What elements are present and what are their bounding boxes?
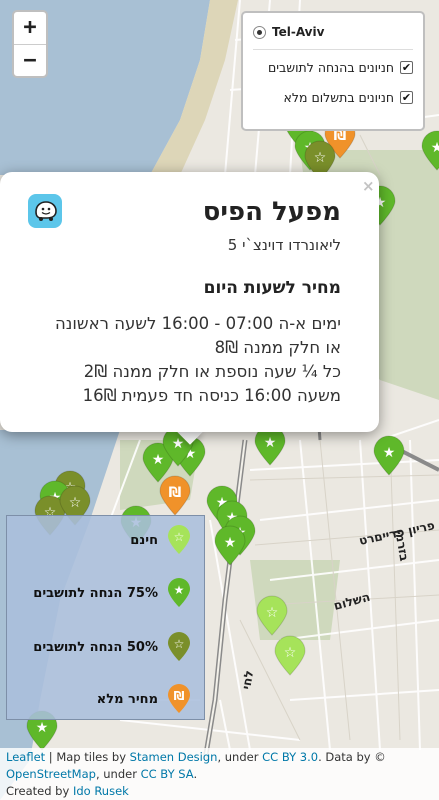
author-link[interactable]: Ido Rusek — [73, 784, 129, 798]
svg-text:★: ★ — [152, 452, 165, 468]
parking-marker[interactable]: ☆ — [256, 595, 288, 636]
leaflet-link[interactable]: Leaflet — [6, 750, 45, 764]
attribution-text: , under — [217, 750, 263, 764]
svg-text:☆: ☆ — [174, 530, 185, 544]
svg-text:★: ★ — [383, 445, 396, 461]
svg-text:₪: ₪ — [174, 689, 185, 703]
svg-text:☆: ☆ — [266, 605, 279, 621]
svg-text:★: ★ — [174, 583, 185, 597]
price-line: כל ¼ שעה נוספת או חלק ממנה 2₪ — [83, 362, 341, 381]
popup-address: ליאונרדו דוינצ`י 5 — [227, 236, 341, 254]
checkbox-checked-icon[interactable]: ✔ — [400, 60, 413, 74]
layers-separator — [253, 49, 413, 50]
svg-text:☆: ☆ — [69, 495, 82, 511]
parking-marker[interactable]: ₪ — [159, 475, 191, 516]
legend-item-50: 50% הנחה לתושבים ☆ — [7, 632, 206, 662]
shekel-icon: ₪ — [168, 684, 190, 713]
overlay-option-discount[interactable]: ✔ חניונים בהנחה לתושבים — [253, 54, 413, 80]
price-line: משעה 16:00 כניסה חד פעמית 16₪ — [82, 386, 341, 405]
legend-label: 75% הנחה לתושבים — [33, 585, 158, 601]
base-layer-option[interactable]: Tel-Aviv — [253, 21, 413, 43]
popup-close-button[interactable]: × — [362, 177, 375, 195]
popup-price-lines: ימים א-ה 07:00 - 16:00 לשעה ראשונה או חל… — [28, 312, 341, 408]
legend-label: מחיר מלא — [96, 691, 158, 707]
attribution-text: . Data by © — [318, 750, 386, 764]
star-half-icon: ★ — [168, 578, 190, 607]
legend-item-free: חינם ☆ — [7, 525, 206, 555]
overlay-label: חניונים בהנחה לתושבים — [267, 59, 394, 75]
legend-item-full: מחיר מלא ₪ — [7, 684, 206, 714]
svg-text:★: ★ — [36, 720, 49, 736]
svg-text:☆: ☆ — [284, 645, 297, 661]
svg-text:☆: ☆ — [314, 150, 327, 166]
popup-hours-heading: מחיר לשעות היום — [203, 278, 341, 298]
osm-link[interactable]: OpenStreetMap — [6, 767, 96, 781]
parking-marker[interactable]: ★ — [421, 130, 439, 171]
stamen-link[interactable]: Stamen Design — [130, 750, 218, 764]
svg-text:★: ★ — [264, 435, 277, 451]
overlay-option-full-price[interactable]: ✔ חניונים בתשלום מלא — [253, 84, 413, 110]
parking-popup: × מפעל הפיס ליאונרדו דוינצ`י 5 מחיר לשעו… — [0, 172, 379, 432]
attribution: Leaflet | Map tiles by Stamen Design, un… — [0, 748, 439, 800]
star-outline-icon: ☆ — [168, 525, 190, 554]
svg-text:★: ★ — [431, 140, 439, 156]
parking-marker[interactable]: ★ — [373, 435, 405, 476]
svg-text:★: ★ — [172, 436, 185, 452]
svg-text:☆: ☆ — [174, 637, 185, 651]
zoom-in-button[interactable]: + — [14, 12, 46, 44]
base-layer-label: Tel-Aviv — [272, 25, 325, 39]
legend: חינם ☆ 75% הנחה לתושבים ★ 50% הנחה לתושב… — [6, 515, 205, 720]
attribution-text: . — [193, 767, 198, 781]
svg-text:₪: ₪ — [169, 485, 182, 501]
cc-by-link[interactable]: CC BY 3.0 — [262, 750, 318, 764]
parking-marker[interactable]: ★ — [214, 525, 246, 566]
credit-text: Created by — [6, 784, 73, 798]
svg-text:★: ★ — [224, 535, 237, 551]
layers-control: Tel-Aviv ✔ חניונים בהנחה לתושבים ✔ חניונ… — [241, 11, 425, 131]
zoom-control: + − — [12, 10, 48, 78]
cc-by-sa-link[interactable]: CC BY SA — [141, 767, 194, 781]
star-empty-icon: ☆ — [168, 632, 190, 661]
price-line: ימים א-ה 07:00 - 16:00 לשעה ראשונה — [55, 314, 341, 333]
popup-title: מפעל הפיס — [202, 197, 341, 227]
legend-label: חינם — [130, 532, 158, 548]
attribution-text: , under — [95, 767, 141, 781]
waze-icon[interactable] — [28, 194, 62, 228]
legend-label: 50% הנחה לתושבים — [33, 639, 158, 655]
radio-selected-icon[interactable] — [253, 25, 266, 39]
price-line: או חלק ממנה 8₪ — [214, 338, 341, 357]
zoom-out-button[interactable]: − — [14, 44, 46, 76]
checkbox-checked-icon[interactable]: ✔ — [400, 90, 413, 104]
legend-item-75: 75% הנחה לתושבים ★ — [7, 578, 206, 608]
overlay-label: חניונים בתשלום מלא — [283, 89, 394, 105]
parking-marker[interactable]: ☆ — [274, 635, 306, 676]
attribution-text: | Map tiles by — [45, 750, 130, 764]
